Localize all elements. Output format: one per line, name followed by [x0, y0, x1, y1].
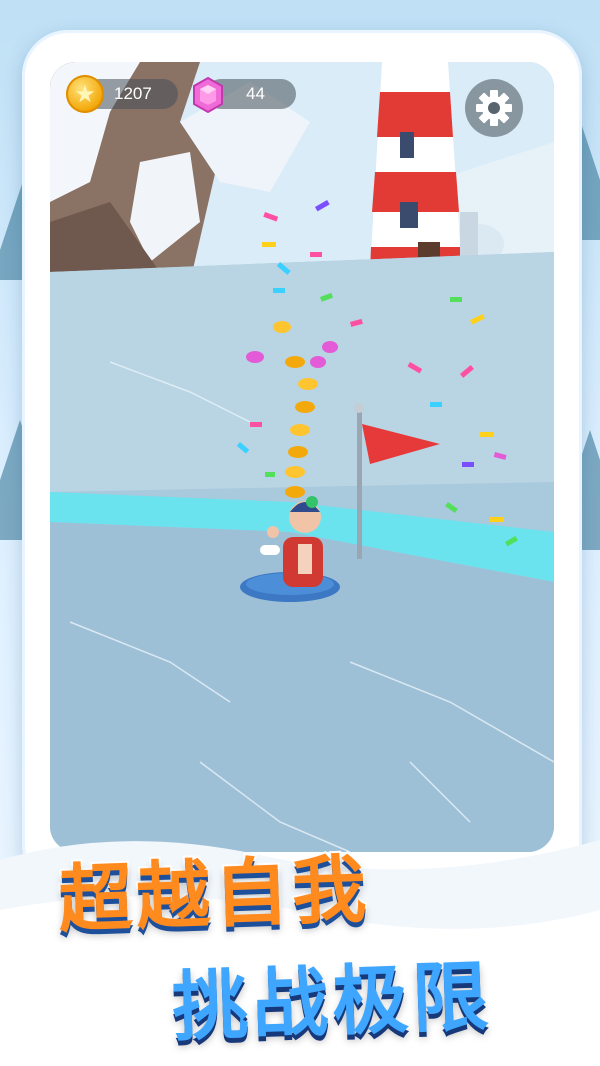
gem-icon	[193, 76, 223, 114]
gear-icon	[476, 90, 512, 126]
coin-icon: ★	[66, 75, 104, 113]
coin-count: 1207	[114, 84, 152, 103]
gem-count: 44	[246, 84, 265, 103]
headline-line-2: 挑战极限	[169, 949, 496, 1053]
game-scene	[50, 62, 554, 852]
headline-line-1: 超越自我	[55, 845, 374, 946]
settings-button[interactable]	[465, 79, 523, 137]
game-screen[interactable]	[50, 62, 554, 852]
